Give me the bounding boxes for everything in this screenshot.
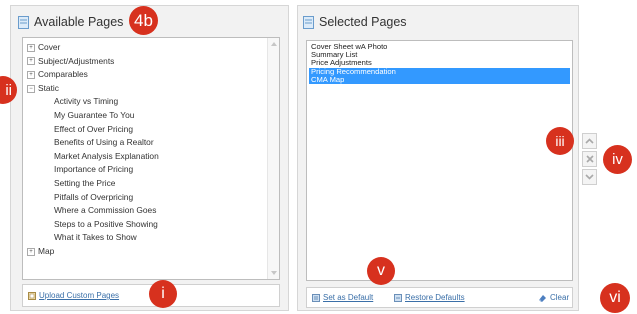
- tree-item[interactable]: Effect of Over Pricing: [54, 123, 133, 137]
- tree-item-label: Steps to a Positive Showing: [54, 218, 158, 229]
- tree-item[interactable]: My Guarantee To You: [54, 109, 134, 123]
- tree-item-label: Subject/Adjustments: [38, 55, 115, 66]
- tree-item-label: Market Analysis Explanation: [54, 150, 159, 161]
- scroll-down-arrow-icon[interactable]: [271, 271, 277, 275]
- tree-item-label: Benefits of Using a Realtor: [54, 137, 154, 148]
- upload-icon: [28, 292, 36, 300]
- tree-list: + Cover + Subject/Adjustments + Comparables − S…: [27, 41, 265, 279]
- selected-actions-bar: Set as Default Restore Defaults Clear: [306, 287, 573, 308]
- tree-item-label: Cover: [38, 42, 61, 52]
- chevron-down-icon: [585, 174, 594, 180]
- clear-link[interactable]: Clear: [550, 293, 569, 302]
- restore-defaults-link[interactable]: Restore Defaults: [405, 293, 465, 302]
- tree-item[interactable]: Where a Commission Goes: [54, 204, 156, 218]
- badge-i: i: [149, 280, 177, 308]
- selected-list-items: Cover Sheet wA Photo Summary List Price Ad…: [307, 43, 572, 280]
- tree-item-label: Where a Commission Goes: [54, 205, 157, 216]
- tree-item-label: Effect of Over Pricing: [54, 123, 133, 134]
- tree-item[interactable]: Benefits of Using a Realtor: [54, 136, 154, 150]
- selected-page-item[interactable]: CMA Map: [309, 75, 570, 84]
- tree-item[interactable]: Importance of Pricing: [54, 163, 133, 177]
- expand-icon[interactable]: +: [27, 57, 35, 66]
- tree-item[interactable]: + Subject/Adjustments: [27, 55, 114, 69]
- expand-icon[interactable]: +: [27, 247, 35, 256]
- upload-custom-pages-link[interactable]: Upload Custom Pages: [39, 291, 119, 300]
- badge-iv: iv: [603, 145, 632, 174]
- badge-iii: iii: [546, 127, 574, 155]
- tree-item[interactable]: + Cover: [27, 41, 60, 55]
- page-icon: [18, 15, 29, 29]
- available-pages-panel: Available Pages + Cover + Subject/Adjustmen…: [10, 5, 289, 311]
- tree-item-label: My Guarantee To You: [54, 110, 135, 120]
- selected-page-item[interactable]: Pricing Recommendation: [309, 67, 570, 76]
- eraser-icon: [539, 295, 546, 302]
- move-down-button[interactable]: [582, 169, 597, 185]
- available-pages-title: Available Pages: [34, 15, 124, 29]
- chevron-up-icon: [585, 138, 594, 144]
- expand-icon[interactable]: +: [27, 43, 35, 52]
- remove-button[interactable]: [582, 151, 597, 167]
- tree-scrollbar[interactable]: [267, 38, 279, 279]
- set-as-default-link[interactable]: Set as Default: [323, 293, 373, 302]
- badge-4b: 4b: [129, 6, 158, 35]
- tree-item-label: Activity vs Timing: [54, 96, 119, 107]
- close-icon: [585, 155, 594, 163]
- tree-item-label: What it Takes to Show: [54, 232, 137, 243]
- set-default-icon: [312, 294, 320, 302]
- tree-item[interactable]: Pitfalls of Overpricing: [54, 191, 133, 205]
- tree-item[interactable]: Activity vs Timing: [54, 95, 118, 109]
- expand-icon[interactable]: +: [27, 70, 35, 79]
- selected-pages-title: Selected Pages: [319, 15, 407, 29]
- tree-item[interactable]: What it Takes to Show: [54, 231, 137, 245]
- tree-item[interactable]: − Static: [27, 82, 59, 96]
- selected-page-item[interactable]: Summary List: [309, 51, 570, 59]
- available-pages-header: Available Pages: [18, 15, 123, 29]
- tree-item[interactable]: Setting the Price: [54, 177, 115, 191]
- tree-item[interactable]: + Comparables: [27, 68, 88, 82]
- tree-item[interactable]: + Map: [27, 245, 54, 259]
- tree-item-label: Static: [38, 82, 59, 93]
- tree-item-label: Comparables: [38, 69, 88, 80]
- restore-defaults-icon: [394, 294, 402, 302]
- badge-v: v: [367, 257, 395, 285]
- tree-item-label: Importance of Pricing: [54, 164, 134, 175]
- selected-page-item[interactable]: Price Adjustments: [309, 59, 570, 67]
- selected-pages-list[interactable]: Cover Sheet wA Photo Summary List Price Ad…: [306, 40, 573, 281]
- collapse-icon[interactable]: −: [27, 84, 35, 93]
- available-pages-tree: + Cover + Subject/Adjustments + Comparables − S…: [22, 37, 280, 280]
- scroll-up-arrow-icon[interactable]: [271, 42, 277, 46]
- tree-item[interactable]: Market Analysis Explanation: [54, 150, 159, 164]
- page-icon: [303, 15, 314, 29]
- move-up-button[interactable]: [582, 133, 597, 149]
- tree-item-label: Setting the Price: [54, 178, 116, 188]
- selected-pages-header: Selected Pages: [303, 15, 407, 29]
- tree-item-label: Map: [38, 246, 55, 256]
- badge-vi: vi: [600, 283, 630, 313]
- tree-item[interactable]: Steps to a Positive Showing: [54, 218, 158, 232]
- selected-page-item[interactable]: Cover Sheet wA Photo: [309, 43, 570, 51]
- selected-pages-panel: Selected Pages Cover Sheet wA Photo Summa…: [297, 5, 579, 311]
- tree-item-label: Pitfalls of Overpricing: [54, 191, 134, 202]
